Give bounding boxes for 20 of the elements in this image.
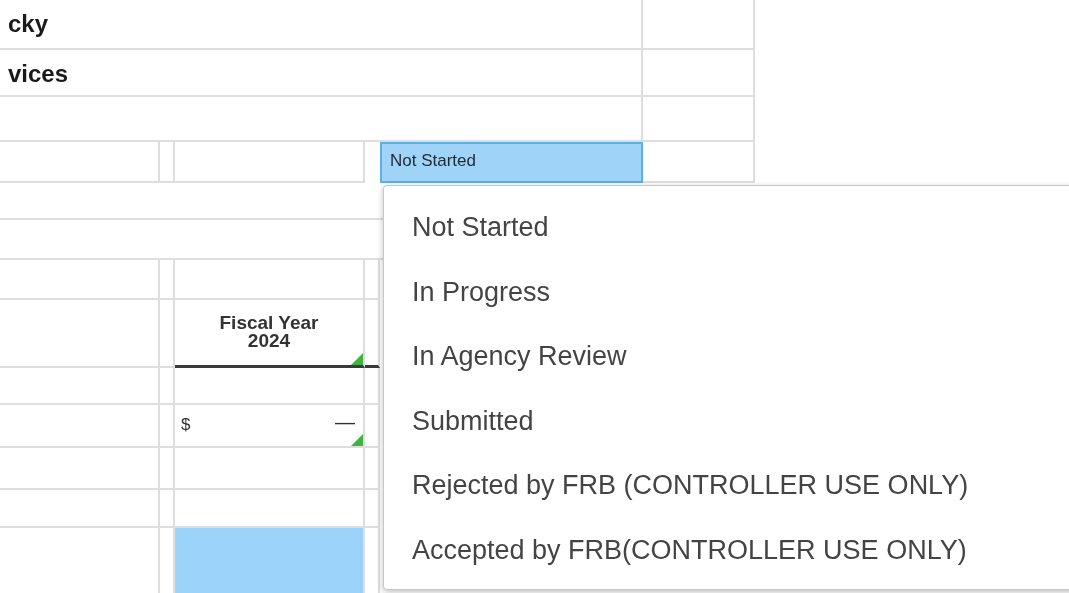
menu-option[interactable]: Not Started — [384, 212, 1069, 277]
menu-option[interactable]: Submitted — [384, 405, 1069, 470]
menu-option[interactable]: In Agency Review — [384, 341, 1069, 406]
menu-option[interactable]: Accepted by FRB(CONTROLLER USE ONLY) — [384, 534, 1069, 593]
sheet-cell — [160, 448, 175, 490]
currency-symbol: $ — [181, 415, 191, 435]
menu-option[interactable]: Rejected by FRB (CONTROLLER USE ONLY) — [384, 470, 1069, 535]
selected-cell[interactable] — [175, 528, 365, 593]
column-header: Fiscal Year 2024 — [218, 314, 320, 350]
sheet-cell — [160, 490, 175, 528]
sheet-cell — [160, 368, 175, 405]
sheet-cell — [365, 490, 380, 528]
sheet-cell — [365, 368, 380, 405]
sheet-cell — [160, 142, 175, 183]
sheet-title: vices — [8, 60, 69, 88]
sheet-cell — [365, 448, 380, 490]
sheet-title: cky — [8, 10, 49, 38]
menu-option[interactable]: In Progress — [384, 276, 1069, 341]
status-dropdown-cell[interactable]: Not Started — [380, 142, 643, 183]
amount-value: — — [335, 411, 355, 434]
